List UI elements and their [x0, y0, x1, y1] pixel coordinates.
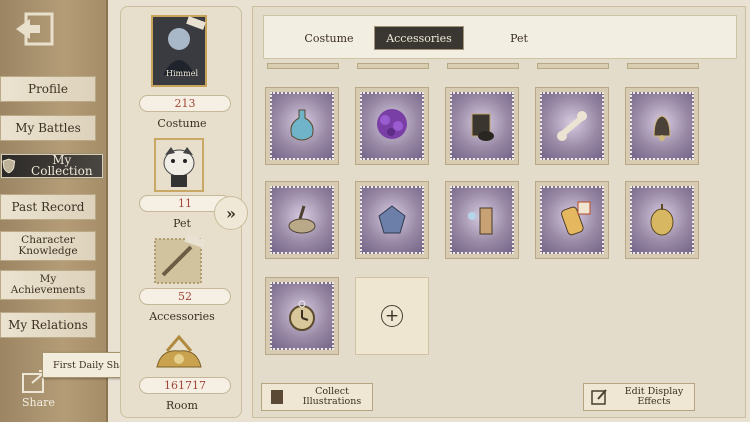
plus-icon: + — [381, 305, 403, 327]
tab-costume[interactable]: Costume — [284, 26, 374, 50]
collect-illustrations-button[interactable]: Collect Illustrations — [261, 383, 373, 411]
room-icon — [156, 334, 202, 368]
accessory-item[interactable] — [265, 277, 339, 355]
accessory-item[interactable] — [535, 87, 609, 165]
back-icon[interactable] — [14, 12, 56, 46]
book-icon — [271, 390, 283, 404]
costume-count: 213 — [139, 95, 231, 112]
collection-main-panel: Costume Accessories Pet + Collect Illust… — [252, 6, 746, 418]
golden-bell-icon — [650, 204, 674, 236]
accessory-item[interactable] — [535, 181, 609, 259]
pocket-watch-icon — [289, 300, 315, 331]
nav-character-knowledge[interactable]: Character Knowledge — [0, 231, 96, 261]
potion-tube-icon — [561, 201, 591, 236]
nav-my-collection-label: My Collection — [31, 153, 93, 178]
bomb-charm-icon — [468, 207, 493, 235]
edit-display-effects-button[interactable]: Edit Display Effects — [583, 383, 695, 411]
edit-icon — [591, 389, 607, 405]
crystal-stone-icon — [378, 205, 406, 234]
expand-arrow-button[interactable]: » — [214, 196, 248, 230]
shield-icon — [2, 158, 16, 174]
pet-icon — [154, 138, 204, 192]
bone-charm-icon — [557, 111, 587, 141]
tab-pet[interactable]: Pet — [474, 26, 564, 50]
collection-tabs: Costume Accessories Pet — [263, 15, 737, 59]
nav-my-battles[interactable]: My Battles — [0, 115, 96, 141]
add-accessory-slot[interactable]: + — [355, 277, 429, 355]
nav-profile[interactable]: Profile — [0, 76, 96, 102]
share-label[interactable]: Share — [22, 396, 55, 409]
nav-my-achievements[interactable]: My Achievements — [0, 270, 96, 300]
nav-my-relations[interactable]: My Relations — [0, 312, 96, 338]
room-count: 161717 — [139, 377, 231, 394]
nav-my-collection[interactable]: My Collection — [0, 153, 104, 179]
accessory-item[interactable] — [355, 87, 429, 165]
accessories-grid: + — [257, 63, 743, 363]
accessory-item[interactable] — [265, 87, 339, 165]
accessories-label: Accessories — [149, 310, 215, 323]
bell-charm-icon — [653, 115, 671, 141]
double-chevron-right-icon: » — [226, 203, 236, 223]
accessories-icon — [154, 235, 206, 284]
accessory-item[interactable] — [265, 181, 339, 259]
oil-lamp-icon — [288, 205, 316, 234]
accessory-item[interactable] — [445, 181, 519, 259]
accessory-item[interactable] — [625, 181, 699, 259]
accessory-item[interactable] — [445, 87, 519, 165]
accessory-item[interactable] — [625, 87, 699, 165]
purple-bouquet-icon — [377, 109, 407, 139]
tab-accessories[interactable]: Accessories — [374, 26, 464, 50]
character-name: Himmel — [166, 69, 198, 78]
edit-display-effects-label: Edit Display Effects — [624, 386, 684, 407]
potion-bottle-icon — [290, 109, 314, 141]
costume-label: Costume — [157, 117, 207, 130]
accessories-count: 52 — [139, 288, 231, 305]
lantern-holder-icon — [471, 113, 494, 141]
collect-illustrations-label: Collect Illustrations — [302, 386, 362, 407]
nav-past-record[interactable]: Past Record — [0, 194, 96, 220]
accessory-item[interactable] — [355, 181, 429, 259]
room-label: Room — [166, 399, 198, 412]
